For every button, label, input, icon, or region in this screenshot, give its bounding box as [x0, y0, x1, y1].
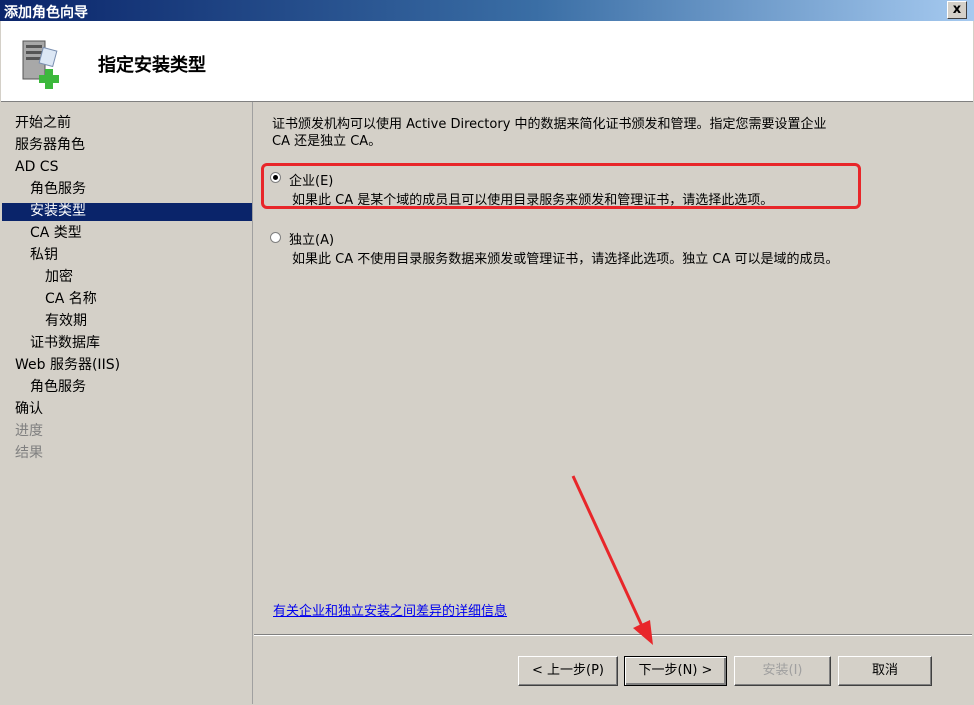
- step-ca-type[interactable]: CA 类型: [30, 223, 82, 243]
- wizard-header: 指定安装类型: [1, 21, 973, 102]
- step-ad-cs[interactable]: AD CS: [15, 157, 58, 177]
- window-title: 添加角色向导: [4, 5, 88, 21]
- step-confirmation[interactable]: 确认: [15, 399, 43, 419]
- step-before-you-begin[interactable]: 开始之前: [15, 113, 71, 133]
- step-progress: 进度: [15, 423, 43, 439]
- wizard-sidebar: 开始之前 服务器角色 AD CS 角色服务 安装类型 CA 类型 私钥 加密 C…: [1, 102, 253, 704]
- standalone-label[interactable]: 独立(A): [289, 229, 334, 248]
- server-add-icon: [22, 40, 59, 89]
- step-cryptography[interactable]: 加密: [45, 267, 73, 287]
- back-button[interactable]: < 上一步(P): [518, 656, 618, 686]
- next-button[interactable]: 下一步(N) >: [624, 656, 727, 686]
- step-iis-role-services[interactable]: 角色服务: [30, 377, 86, 397]
- title-bar: 添加角色向导 x: [0, 0, 974, 21]
- step-private-key[interactable]: 私钥: [30, 245, 58, 265]
- step-results: 结果: [15, 445, 43, 461]
- cancel-button[interactable]: 取消: [838, 656, 932, 686]
- footer-separator: [254, 634, 972, 636]
- step-ca-name[interactable]: CA 名称: [45, 289, 97, 309]
- install-button: 安装(I): [734, 656, 831, 686]
- more-info-link[interactable]: 有关企业和独立安装之间差异的详细信息: [273, 600, 507, 619]
- step-web-server-iis[interactable]: Web 服务器(IIS): [15, 355, 120, 375]
- step-validity-period[interactable]: 有效期: [45, 311, 87, 331]
- setup-type-description: 证书颁发机构可以使用 Active Directory 中的数据来简化证书颁发和…: [272, 117, 827, 149]
- step-role-services[interactable]: 角色服务: [30, 179, 86, 199]
- standalone-description: 如果此 CA 不使用目录服务数据来颁发或管理证书，请选择此选项。独立 CA 可以…: [292, 252, 839, 267]
- step-certificate-database[interactable]: 证书数据库: [30, 333, 100, 353]
- annotation-highlight-box: [261, 163, 861, 209]
- close-button[interactable]: x: [947, 1, 967, 19]
- standalone-radio[interactable]: [270, 232, 281, 243]
- step-setup-type[interactable]: 安装类型: [30, 201, 86, 221]
- step-server-roles[interactable]: 服务器角色: [15, 135, 85, 155]
- page-title: 指定安装类型: [98, 55, 206, 76]
